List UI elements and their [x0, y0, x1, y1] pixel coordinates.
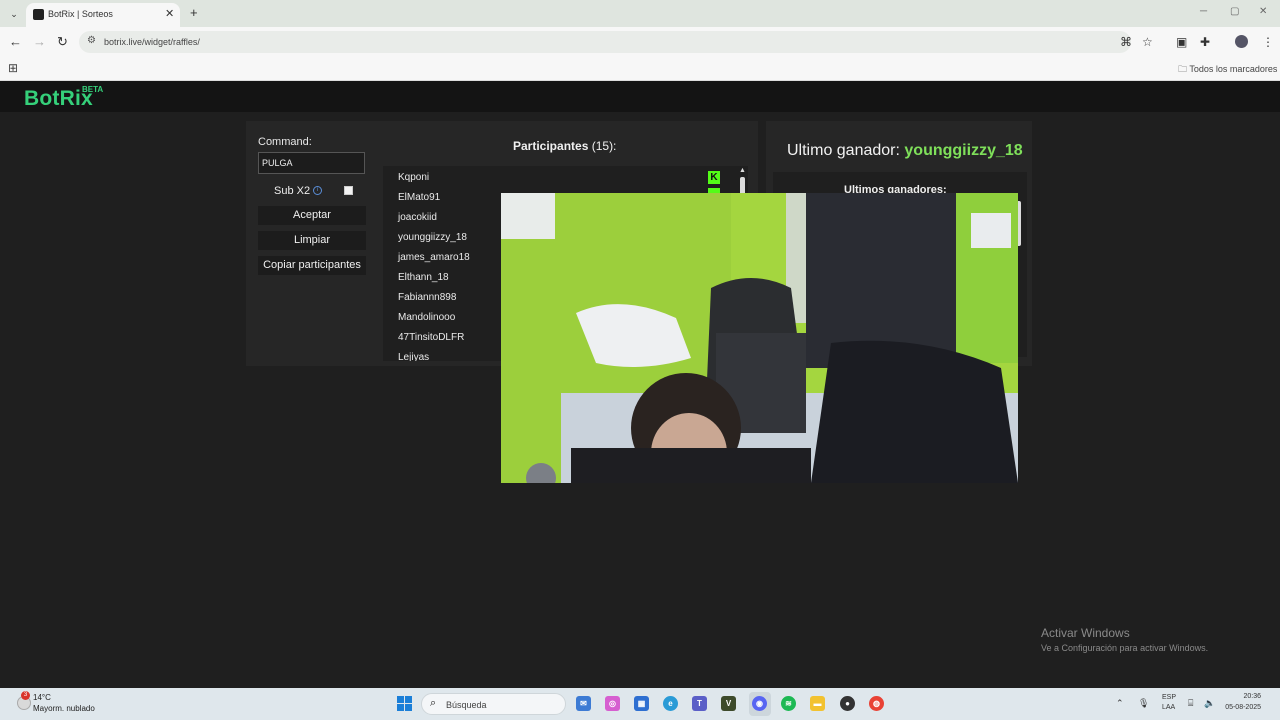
- participant-item: younggiizzy_18: [398, 232, 467, 243]
- site-info-icon[interactable]: ⚙: [87, 35, 96, 46]
- windows-start-icon[interactable]: [397, 696, 412, 711]
- participant-item: Lejiyas: [398, 352, 430, 361]
- close-window-icon[interactable]: ✕: [1259, 6, 1267, 17]
- copy-participants-button[interactable]: Copiar participantes: [258, 256, 366, 275]
- info-icon[interactable]: i: [313, 186, 322, 195]
- search-icon: ⌕: [430, 697, 437, 709]
- discord-icon[interactable]: ◉: [752, 696, 767, 711]
- kick-icon: K: [708, 171, 720, 184]
- close-tab-icon[interactable]: ✕: [165, 7, 174, 20]
- all-bookmarks-label: Todos los marcadores: [1189, 64, 1278, 74]
- command-input[interactable]: [258, 152, 365, 174]
- chrome-icon[interactable]: ◍: [869, 696, 884, 711]
- webcam-image: [501, 193, 1018, 483]
- last-winner-name: younggiizzy_18: [904, 142, 1023, 159]
- edge-icon[interactable]: e: [663, 696, 678, 711]
- last-winner-label: Ultimo ganador:: [787, 142, 900, 159]
- activate-windows-title: Activar Windows: [1041, 626, 1130, 640]
- browser-tab-bar: ⌄ BotRix | Sorteos ✕ + ─ ▢ ✕: [0, 0, 1280, 27]
- language-indicator[interactable]: ESP: [1162, 694, 1176, 701]
- sub-x2-checkbox[interactable]: [344, 186, 353, 195]
- bookmark-star-icon[interactable]: ☆: [1142, 35, 1153, 49]
- beta-badge: BETA: [82, 85, 104, 94]
- browser-tab[interactable]: BotRix | Sorteos ✕: [26, 3, 180, 27]
- extensions-icon[interactable]: ✚: [1200, 35, 1210, 49]
- participant-item: ElMato91: [398, 192, 441, 203]
- copilot-icon[interactable]: ◎: [605, 696, 620, 711]
- last-winner: Ultimo ganador: younggiizzy_18: [787, 142, 1023, 160]
- participant-item: joacokiid: [398, 212, 437, 223]
- participant-item: Elthann_18: [398, 272, 449, 283]
- address-toolbar: ← → ↻ ⚙ botrix.live/widget/raffles/ ⌘ ☆ …: [0, 27, 1280, 57]
- sub-x2-label: Sub X2: [274, 185, 311, 197]
- tray-overflow-icon[interactable]: ⌃: [1116, 698, 1124, 709]
- clock-time[interactable]: 20:36: [1221, 693, 1261, 700]
- profile-avatar[interactable]: [1235, 35, 1248, 48]
- store-icon[interactable]: ▦: [634, 696, 649, 711]
- forward-icon[interactable]: →: [33, 34, 46, 49]
- mail-icon[interactable]: ✉: [576, 696, 591, 711]
- clock-date[interactable]: 05-08-2025: [1221, 704, 1261, 711]
- participant-item: Fabiannn898: [398, 292, 457, 303]
- obs-icon[interactable]: ●: [840, 696, 855, 711]
- participant-item: Kqponi: [398, 172, 430, 183]
- url-text[interactable]: botrix.live/widget/raffles/: [104, 37, 200, 47]
- weather-badge: 3: [21, 691, 30, 700]
- accept-button[interactable]: Aceptar: [258, 206, 366, 225]
- participants-title-text: Participantes: [513, 139, 589, 153]
- taskbar-search[interactable]: ⌕ Búsqueda: [421, 693, 566, 715]
- search-placeholder: Búsqueda: [446, 700, 487, 710]
- participant-item: 47TinsitoDLFR: [398, 332, 465, 343]
- volume-icon[interactable]: 🔈: [1204, 698, 1215, 709]
- participants-count: (15):: [591, 139, 617, 153]
- clear-button[interactable]: Limpiar: [258, 231, 366, 250]
- weather-description[interactable]: Mayorm. nublado: [33, 704, 95, 713]
- participant-item: james_amaro18: [398, 252, 470, 263]
- windows-taskbar: 3 14°C Mayorm. nublado ⌕ Búsqueda ✉ ◎ ▦ …: [0, 688, 1280, 720]
- new-tab-icon[interactable]: +: [190, 5, 198, 20]
- participants-title: Participantes (15):: [513, 139, 616, 153]
- app-header: BotRix BETA: [0, 81, 1280, 112]
- file-explorer-icon[interactable]: ▬: [810, 696, 825, 711]
- vegas-icon[interactable]: V: [721, 696, 736, 711]
- maximize-icon[interactable]: ▢: [1230, 6, 1239, 17]
- minimize-icon[interactable]: ─: [1200, 6, 1207, 17]
- apps-grid-icon[interactable]: ⊞: [8, 61, 18, 75]
- activate-windows-subtitle: Ve a Configuración para activar Windows.: [1041, 643, 1209, 653]
- spotify-icon[interactable]: ≋: [781, 696, 796, 711]
- participant-item: Mandolinooo: [398, 312, 456, 323]
- bookmarks-bar: ⊞ 🗀 Todos los marcadores: [0, 57, 1280, 81]
- scroll-up-icon[interactable]: ▲: [739, 167, 746, 174]
- sidepanel-icon[interactable]: ▣: [1176, 35, 1187, 49]
- url-bar[interactable]: ⚙ botrix.live/widget/raffles/: [79, 31, 1131, 53]
- favicon-icon: [33, 9, 44, 20]
- microphone-icon[interactable]: 🎙: [1138, 698, 1149, 709]
- tab-search-icon[interactable]: ⌄: [6, 6, 22, 22]
- weather-temperature[interactable]: 14°C: [33, 693, 51, 702]
- language-layout[interactable]: LAA: [1162, 704, 1175, 711]
- more-menu-icon[interactable]: ⋮: [1262, 35, 1274, 49]
- back-icon[interactable]: ←: [9, 34, 22, 49]
- command-label: Command:: [258, 136, 312, 148]
- translate-icon[interactable]: ⌘: [1120, 35, 1132, 49]
- reload-icon[interactable]: ↻: [57, 34, 68, 50]
- webcam-overlay[interactable]: [501, 193, 1018, 483]
- tab-title: BotRix | Sorteos: [48, 9, 113, 19]
- network-icon[interactable]: ⌸: [1188, 698, 1193, 709]
- teams-icon[interactable]: T: [692, 696, 707, 711]
- all-bookmarks-link[interactable]: 🗀 Todos los marcadores: [1178, 62, 1277, 78]
